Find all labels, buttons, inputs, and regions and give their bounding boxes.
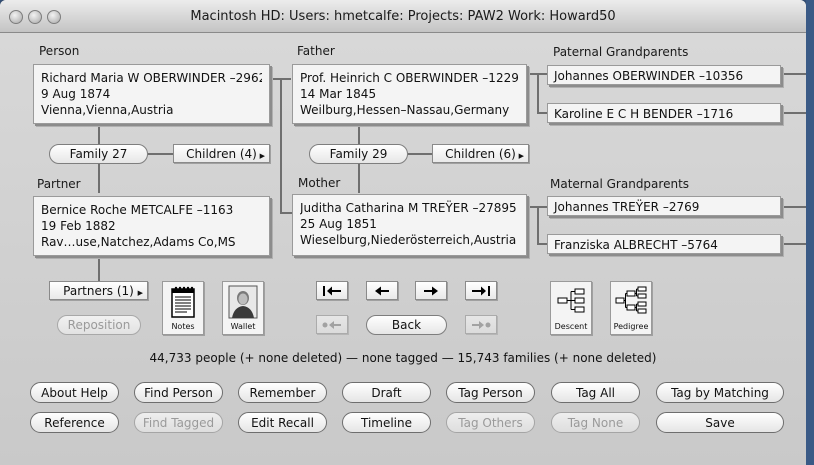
find-tagged-button[interactable]: Find Tagged: [134, 412, 223, 433]
window-title: Macintosh HD: Users: hmetcalfe: Projects…: [190, 9, 616, 24]
gp1-tail-line: [782, 73, 806, 75]
tag-none-button[interactable]: Tag None: [551, 412, 640, 433]
draft-button[interactable]: Draft: [342, 382, 431, 403]
dot-arrow-left-icon: [322, 320, 341, 329]
skip-first-icon: [323, 285, 341, 296]
app-window: Macintosh HD: Users: hmetcalfe: Projects…: [0, 0, 806, 465]
pedigree-button[interactable]: Pedigree: [610, 281, 652, 335]
next-record-button[interactable]: [415, 281, 447, 300]
history-forward-disabled-button[interactable]: [465, 315, 497, 334]
reference-button[interactable]: Reference: [30, 412, 119, 433]
person-date: 9 Aug 1874: [41, 87, 111, 101]
father-label: Father: [297, 44, 335, 58]
portrait-photo-icon: [228, 285, 258, 319]
about-help-button[interactable]: About Help: [30, 382, 119, 403]
mother-place: Wieselburg,Niederösterreich,Austria: [300, 233, 517, 247]
father-card[interactable]: Prof. Heinrich C OBERWINDER –12295 14 Ma…: [292, 64, 527, 124]
history-back-disabled-button[interactable]: [316, 315, 348, 334]
family-children-connector: [148, 153, 174, 155]
gp3-tail-line: [782, 206, 806, 208]
gp4-tail-line: [782, 243, 806, 245]
father-gp-vertical-connector: [537, 73, 539, 113]
database-status-text: 44,733 people (+ none deleted) — none ta…: [149, 351, 657, 365]
maternal-grandfather-card[interactable]: Johannes TREŸER –2769: [547, 196, 781, 216]
person-mother-vertical-connector: [280, 78, 282, 213]
first-record-button[interactable]: [316, 281, 348, 300]
family-27-button[interactable]: Family 27: [49, 144, 148, 164]
father-name: Prof. Heinrich C OBERWINDER –12295: [300, 71, 519, 85]
children-6-popup[interactable]: Children (6) ▶: [432, 144, 529, 163]
partner-place: Rav…use,Natchez,Adams Co,MS: [41, 235, 236, 249]
person-label: Person: [39, 44, 80, 58]
arrow-right-icon: [424, 286, 438, 295]
previous-record-button[interactable]: [366, 281, 398, 300]
last-record-button[interactable]: [465, 281, 497, 300]
children-4-label: Children (4): [186, 146, 257, 161]
tag-others-button[interactable]: Tag Others: [446, 412, 535, 433]
title-bar[interactable]: Macintosh HD: Users: hmetcalfe: Projects…: [0, 0, 806, 33]
partner-date: 19 Feb 1882: [41, 219, 116, 233]
arrow-dot-right-icon: [472, 320, 491, 329]
mother-date: 25 Aug 1851: [300, 217, 377, 231]
partner-label: Partner: [37, 177, 81, 191]
descent-button[interactable]: Descent: [550, 281, 592, 335]
mother-gp-vertical-connector: [537, 206, 539, 244]
paternal-grandmother-card[interactable]: Karoline E C H BENDER –1716: [547, 103, 781, 123]
wallet-button[interactable]: Wallet: [222, 281, 264, 335]
tag-all-button[interactable]: Tag All: [551, 382, 640, 403]
mother-card[interactable]: Juditha Catharina M TREŸER –27895 25 Aug…: [292, 194, 527, 256]
family29-children-connector: [408, 153, 434, 155]
mother-name: Juditha Catharina M TREŸER –27895: [300, 201, 517, 215]
notes-button[interactable]: Notes: [162, 281, 204, 335]
person-place: Vienna,Vienna,Austria: [41, 103, 174, 117]
edit-recall-button[interactable]: Edit Recall: [238, 412, 327, 433]
father-gp2-connector: [537, 112, 547, 114]
popup-arrow-icon: ▶: [137, 289, 143, 297]
gp2-tail-line: [782, 112, 806, 114]
skip-last-icon: [472, 285, 490, 296]
father-place: Weilburg,Hessen–Nassau,Germany: [300, 103, 510, 117]
children-4-popup[interactable]: Children (4) ▶: [173, 144, 270, 163]
person-name: Richard Maria W OBERWINDER –29624: [41, 71, 262, 85]
family-29-button[interactable]: Family 29: [309, 144, 408, 164]
arrow-left-icon: [375, 286, 389, 295]
partners-popup[interactable]: Partners (1) ▶: [49, 281, 148, 300]
back-button[interactable]: Back: [366, 315, 447, 335]
remember-button[interactable]: Remember: [238, 382, 327, 403]
save-button[interactable]: Save: [656, 412, 784, 433]
find-person-button[interactable]: Find Person: [134, 382, 223, 403]
notes-caption: Notes: [171, 322, 195, 331]
children-6-label: Children (6): [445, 146, 516, 161]
person-card[interactable]: Richard Maria W OBERWINDER –29624 9 Aug …: [33, 64, 270, 124]
partner-name: Bernice Roche METCALFE –1163: [41, 203, 234, 217]
pedigree-caption: Pedigree: [613, 322, 649, 331]
pedigree-chart-icon: [615, 286, 647, 314]
mother-gp2-connector: [537, 243, 547, 245]
popup-arrow-icon: ▶: [259, 152, 265, 160]
paternal-grandparents-label: Paternal Grandparents: [553, 45, 689, 59]
descent-caption: Descent: [554, 322, 588, 331]
maternal-grandmother-card[interactable]: Franziska ALBRECHT –5764: [547, 234, 781, 254]
person-mother-connector: [280, 212, 292, 214]
popup-arrow-icon: ▶: [518, 152, 524, 160]
tag-person-button[interactable]: Tag Person: [446, 382, 535, 403]
partner-card[interactable]: Bernice Roche METCALFE –1163 19 Feb 1882…: [33, 196, 270, 256]
notes-icon: [171, 286, 195, 318]
descent-chart-icon: [557, 288, 585, 313]
maternal-grandparents-label: Maternal Grandparents: [550, 177, 690, 191]
father-date: 14 Mar 1845: [300, 87, 377, 101]
main-content: Person Father Paternal Grandparents Part…: [0, 33, 806, 465]
reposition-button[interactable]: Reposition: [57, 315, 141, 335]
paternal-grandfather-card[interactable]: Johannes OBERWINDER –10356: [547, 65, 781, 85]
desktop-background: [806, 0, 814, 465]
wallet-caption: Wallet: [230, 322, 256, 331]
partners-label: Partners (1): [63, 283, 134, 298]
mother-label: Mother: [298, 176, 341, 190]
timeline-button[interactable]: Timeline: [342, 412, 431, 433]
tag-by-matching-button[interactable]: Tag by Matching: [656, 382, 784, 403]
